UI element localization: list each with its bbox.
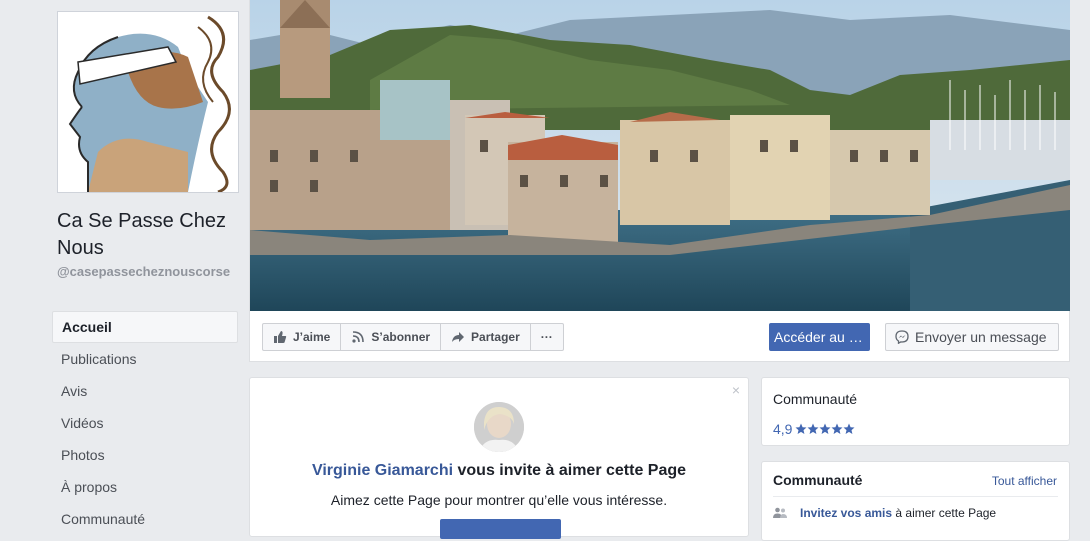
invite-like-button[interactable] — [440, 519, 561, 539]
thumbs-up-icon — [274, 331, 287, 343]
star-icon — [795, 423, 807, 434]
rating-stars — [795, 423, 855, 435]
follow-button[interactable]: S’abonner — [340, 323, 442, 351]
nav-item-photos[interactable]: Photos — [52, 439, 238, 471]
community-rating-card: Communauté 4,9 — [761, 377, 1070, 446]
like-label: J’aime — [293, 330, 331, 344]
page-action-bar: J’aime S’abonner Partager ··· — [262, 323, 564, 351]
inviter-avatar[interactable] — [474, 402, 524, 452]
follow-label: S’abonner — [371, 330, 431, 344]
star-icon — [831, 423, 843, 434]
nav-item-communaute[interactable]: Communauté — [52, 503, 238, 535]
call-to-action-button[interactable]: Accéder au … — [769, 323, 870, 351]
share-label: Partager — [471, 330, 520, 344]
star-icon — [807, 423, 819, 434]
share-arrow-icon — [452, 332, 465, 342]
invite-friends-link[interactable]: Invitez vos amis — [800, 506, 892, 520]
see-all-link[interactable]: Tout afficher — [992, 474, 1057, 488]
nav-item-publications[interactable]: Publications — [52, 343, 238, 375]
cover-card: J’aime S’abonner Partager ··· Accéder au… — [249, 0, 1070, 362]
close-icon[interactable]: × — [732, 382, 740, 398]
page-invite-card: × Virginie Giamarchi vous invite à aimer… — [249, 377, 749, 539]
invite-friends-row: Invitez vos amis à aimer cette Page — [773, 506, 996, 520]
page-handle[interactable]: @casepassecheznouscorse — [57, 263, 242, 280]
rss-icon — [352, 331, 365, 343]
nav-item-videos[interactable]: Vidéos — [52, 407, 238, 439]
nav-item-avis[interactable]: Avis — [52, 375, 238, 407]
community-card: Communauté Tout afficher Invitez vos ami… — [761, 461, 1070, 541]
invite-subtitle: Aimez cette Page pour montrer qu’elle vo… — [330, 492, 668, 508]
invite-title: Virginie Giamarchi vous invite à aimer c… — [250, 462, 748, 480]
rating-value: 4,9 — [773, 421, 793, 437]
share-button[interactable]: Partager — [440, 323, 531, 351]
friends-icon — [773, 507, 787, 518]
nav-item-accueil[interactable]: Accueil — [52, 311, 238, 343]
more-options-button[interactable]: ··· — [529, 323, 564, 351]
invite-friends-rest: à aimer cette Page — [892, 506, 997, 520]
send-message-button[interactable]: Envoyer un message — [885, 323, 1059, 351]
profile-picture[interactable] — [57, 11, 239, 193]
page-nav: Accueil Publications Avis Vidéos Photos … — [52, 311, 238, 535]
inviter-name-link[interactable]: Virginie Giamarchi — [312, 462, 453, 479]
star-icon — [843, 423, 855, 434]
nav-item-a-propos[interactable]: À propos — [52, 471, 238, 503]
more-dots-icon: ··· — [540, 330, 553, 344]
divider — [773, 496, 1058, 497]
rating[interactable]: 4,9 — [773, 421, 855, 437]
page-name[interactable]: Ca Se Passe Chez Nous — [57, 208, 242, 262]
star-icon — [819, 423, 831, 434]
send-message-label: Envoyer un message — [915, 329, 1047, 345]
messenger-icon — [895, 330, 909, 344]
community-rating-title: Communauté — [773, 391, 858, 407]
cover-photo[interactable] — [250, 0, 1070, 311]
like-button[interactable]: J’aime — [262, 323, 342, 351]
community-title: Communauté — [773, 472, 863, 488]
invite-title-rest: vous invite à aimer cette Page — [453, 462, 687, 479]
